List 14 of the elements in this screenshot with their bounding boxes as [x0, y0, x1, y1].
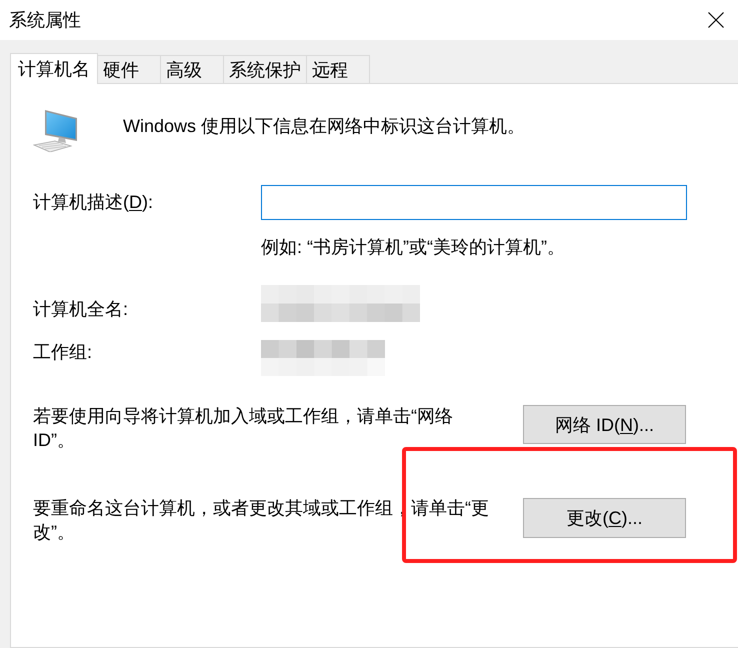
hint-text: 例如: “书房计算机”或“美玲的计算机”。: [261, 236, 565, 259]
tab[interactable]: 远程: [306, 55, 370, 83]
field-label: 工作组:: [33, 341, 94, 364]
close-icon: [708, 12, 724, 28]
window-title: 系统属性: [8, 9, 81, 32]
description-label: 计算机描述(D):: [33, 191, 154, 214]
action-button[interactable]: 更改(C)...: [523, 498, 686, 538]
computer-icon: [33, 110, 79, 152]
action-button[interactable]: 网络 ID(N)...: [523, 405, 686, 444]
description-input[interactable]: [261, 185, 687, 220]
intro-text: Windows 使用以下信息在网络中标识这台计算机。: [123, 115, 526, 138]
instruction-text: 若要使用向导将计算机加入域或工作组，请单击“网络 ID”。: [33, 405, 454, 452]
field-label: 计算机全名:: [33, 298, 130, 321]
tab[interactable]: 计算机名: [10, 53, 98, 84]
